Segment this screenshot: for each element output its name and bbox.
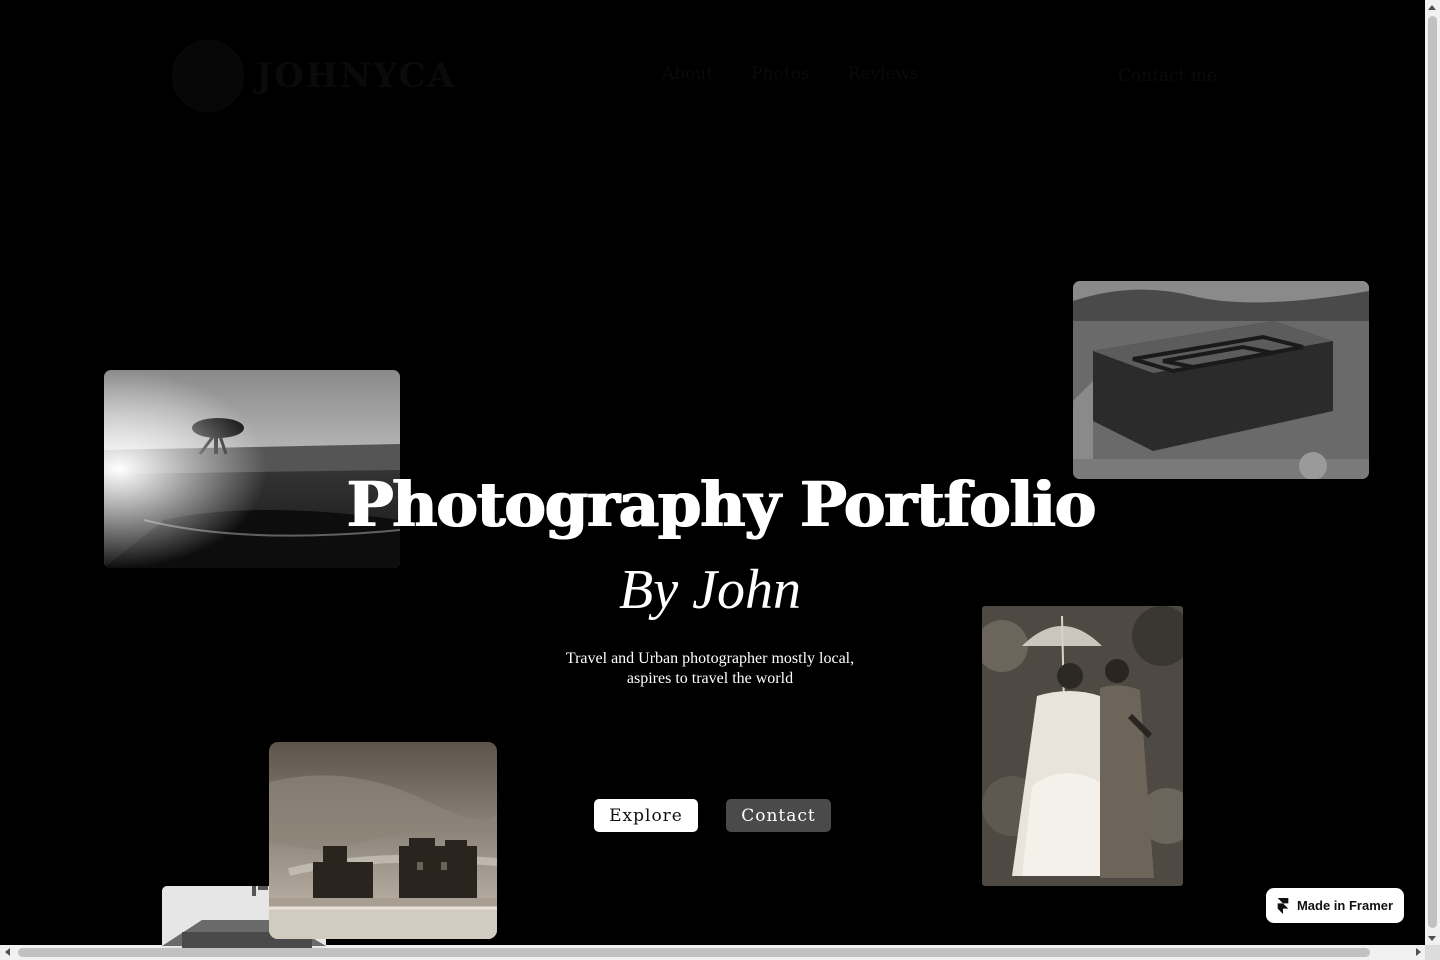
vertical-scrollbar[interactable] [1425, 0, 1440, 945]
two-women-photo [982, 606, 1183, 886]
scroll-left-arrow-icon[interactable] [5, 948, 10, 956]
hero-description-line: aspires to travel the world [626, 670, 794, 687]
made-in-framer-badge[interactable]: Made in Framer [1266, 888, 1404, 923]
framer-icon [1277, 897, 1289, 914]
scroll-down-arrow-icon[interactable] [1428, 936, 1436, 941]
main-nav: About Photos Reviews [662, 64, 919, 84]
scroll-right-arrow-icon[interactable] [1416, 948, 1421, 956]
header-contact-link[interactable]: Contact me [1118, 66, 1217, 86]
vertical-scrollbar-thumb[interactable] [1428, 16, 1437, 928]
explore-button[interactable]: Explore [594, 799, 698, 832]
scrollbar-corner [1425, 945, 1440, 960]
hero-description: Travel and Urban photographer mostly loc… [0, 649, 1420, 689]
rock-church-photo [1073, 281, 1369, 479]
hero-subtitle: By John [619, 559, 801, 621]
nav-link-reviews[interactable]: Reviews [848, 64, 919, 84]
framer-badge-label: Made in Framer [1296, 898, 1394, 913]
logo-text: JOHNYCA [256, 56, 457, 96]
logo-mark-icon [172, 40, 244, 112]
hero-description-line: Travel and Urban photographer mostly loc… [565, 650, 855, 667]
castle-photo [269, 742, 497, 939]
contact-button[interactable]: Contact [726, 799, 831, 832]
site-logo[interactable]: JOHNYCA [172, 40, 456, 112]
page: JOHNYCA About Photos Reviews Contact me [0, 0, 1440, 960]
nav-link-photos[interactable]: Photos [751, 64, 809, 84]
scroll-up-arrow-icon[interactable] [1428, 5, 1436, 10]
hero-title: Photography Portfolio [345, 468, 1095, 541]
nav-link-about[interactable]: About [662, 64, 713, 84]
horizontal-scrollbar-thumb[interactable] [18, 948, 1370, 957]
